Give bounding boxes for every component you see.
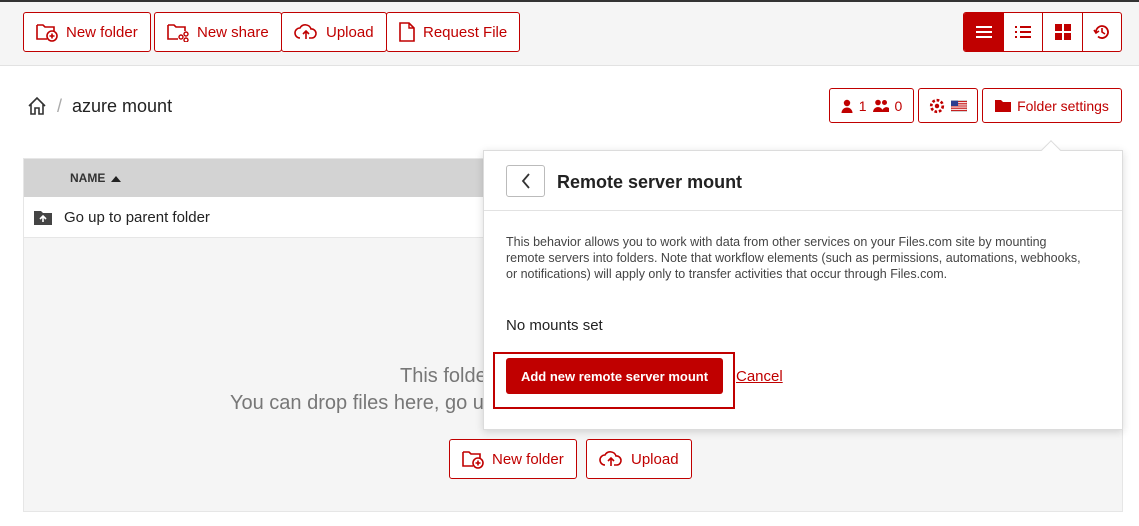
file-icon — [399, 22, 415, 42]
folder-region-button[interactable] — [918, 88, 978, 123]
share-folder-icon — [167, 24, 189, 42]
breadcrumb-separator: / — [57, 95, 63, 116]
group-icon — [872, 99, 889, 112]
popup-description: This behavior allows you to work with da… — [506, 235, 1081, 281]
folder-plus-icon — [462, 451, 484, 469]
no-mounts-text: No mounts set — [506, 317, 603, 334]
cloud-upload-icon — [599, 451, 622, 466]
new-folder-button[interactable]: New folder — [23, 12, 151, 52]
name-header-label: NAME — [70, 171, 106, 185]
popup-title: Remote server mount — [557, 172, 743, 192]
folder-plus-icon — [36, 24, 58, 42]
detail-list-icon — [1015, 26, 1032, 38]
breadcrumb: / azure mount — [27, 94, 172, 118]
history-icon — [1093, 25, 1109, 39]
folder-users-button[interactable]: 1 0 — [829, 88, 914, 123]
group-count: 0 — [894, 97, 903, 114]
folder-settings-label: Folder settings — [1017, 97, 1109, 114]
folder-up-icon — [34, 210, 52, 225]
name-column-header[interactable]: NAME — [70, 171, 122, 185]
folder-icon — [995, 100, 1012, 112]
back-button[interactable] — [506, 165, 545, 197]
chevron-left-icon — [521, 173, 530, 189]
empty-upload-label: Upload — [631, 450, 679, 468]
list-view-button[interactable] — [964, 13, 1004, 51]
user-count: 1 — [858, 97, 867, 114]
folder-settings-button[interactable]: Folder settings — [982, 88, 1122, 123]
list-view-icon — [975, 26, 992, 38]
new-share-label: New share — [197, 23, 269, 41]
empty-folder-hint: You can drop files here, go u — [230, 392, 484, 414]
new-folder-label: New folder — [66, 23, 138, 41]
detail-list-button[interactable] — [1003, 13, 1042, 51]
request-file-button[interactable]: Request File — [386, 12, 521, 52]
empty-folder-title: This folde — [400, 365, 487, 387]
empty-upload-button[interactable]: Upload — [586, 439, 692, 479]
user-icon — [841, 99, 853, 113]
history-button[interactable] — [1081, 13, 1121, 51]
add-remote-mount-button[interactable]: Add new remote server mount — [506, 358, 723, 394]
request-file-label: Request File — [423, 23, 508, 41]
upload-button[interactable]: Upload — [281, 12, 387, 52]
cloud-upload-icon — [294, 24, 317, 39]
grid-view-button[interactable] — [1042, 13, 1081, 51]
new-share-button[interactable]: New share — [154, 12, 282, 52]
upload-label: Upload — [326, 23, 374, 41]
sort-ascending-icon — [111, 175, 122, 182]
view-mode-group — [963, 12, 1122, 52]
settings-gear-icon — [929, 98, 945, 113]
cancel-link[interactable]: Cancel — [736, 368, 783, 385]
grid-view-icon — [1054, 24, 1071, 40]
parent-folder-label: Go up to parent folder — [64, 208, 210, 226]
empty-new-folder-button[interactable]: New folder — [449, 439, 577, 479]
us-flag-icon — [951, 99, 967, 112]
home-icon[interactable] — [27, 96, 47, 116]
breadcrumb-current: azure mount — [72, 95, 173, 116]
empty-new-folder-label: New folder — [492, 450, 564, 468]
popup-header: Remote server mount — [484, 151, 1122, 211]
